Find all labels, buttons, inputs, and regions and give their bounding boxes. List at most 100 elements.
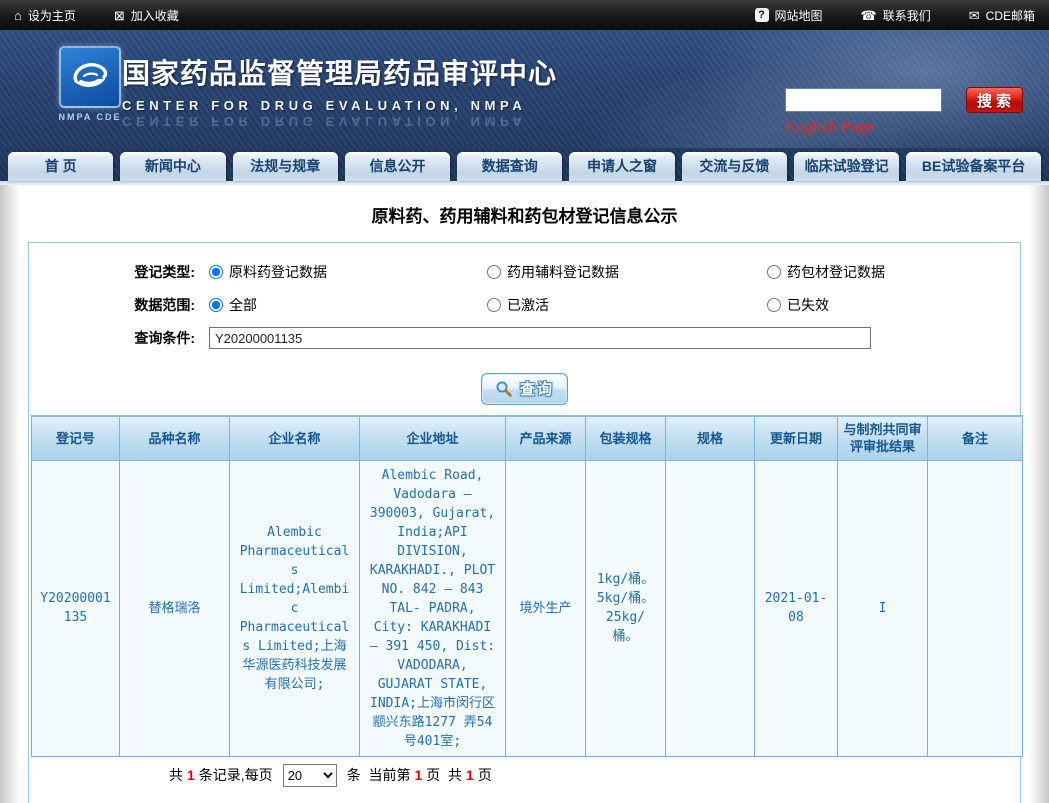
sitemap-link[interactable]: ? 网站地图	[755, 7, 823, 24]
cell-package-spec: 1kg/桶。5kg/桶。25kg/桶。	[586, 460, 666, 756]
topbar-left: ⌂ 设为主页 ⊠ 加入收藏	[14, 7, 179, 24]
set-home-link[interactable]: ⌂ 设为主页	[14, 7, 76, 24]
radio-packaging-label: 药包材登记数据	[787, 262, 885, 282]
cell-spec	[666, 460, 755, 756]
col-header-spec: 规格	[666, 416, 755, 460]
cell-company: Alembic Pharmaceuticals Limited;Alembic …	[230, 460, 360, 756]
contact-link[interactable]: ☎ 联系我们	[861, 7, 931, 24]
radio-excipient-label: 药用辅料登记数据	[507, 262, 619, 282]
page-size-select[interactable]: 20	[283, 764, 337, 787]
results-table: 登记号 品种名称 企业名称 企业地址 产品来源 包装规格 规格 更新日期 与制剂…	[31, 415, 1023, 757]
contact-label: 联系我们	[883, 7, 931, 24]
radio-all[interactable]: 全部	[209, 295, 487, 315]
nmpa-cde-logo[interactable]: NMPA CDE	[55, 46, 125, 122]
tab-news-center[interactable]: 新闻中心	[120, 152, 225, 181]
radio-activated[interactable]: 已激活	[487, 295, 767, 315]
topbar-right: ? 网站地图 ☎ 联系我们 ✉ CDE邮箱	[755, 7, 1035, 24]
site-title-en-reflection: CENTER FOR DRUG EVALUATION, NMPA	[122, 114, 557, 129]
radio-raw-material-label: 原料药登记数据	[229, 262, 327, 282]
radio-expired-input[interactable]	[767, 298, 781, 312]
radio-all-input[interactable]	[209, 298, 223, 312]
content-area: 原料药、药用辅料和药包材登记信息公示 登记类型: 原料药登记数据 药用辅料登记数…	[0, 185, 1049, 803]
cell-address: Alembic Road, Vadodara – 390003, Gujarat…	[360, 460, 506, 756]
cell-update-date: 2021-01-08	[755, 460, 838, 756]
sitemap-label: 网站地图	[775, 7, 823, 24]
radio-excipient[interactable]: 药用辅料登记数据	[487, 262, 767, 282]
site-title-en: CENTER FOR DRUG EVALUATION, NMPA	[122, 98, 557, 113]
pagination-total-prefix: 共	[169, 765, 183, 785]
tab-data-query[interactable]: 数据查询	[457, 152, 562, 181]
tab-applicant-window[interactable]: 申请人之窗	[569, 152, 674, 181]
header-search-button[interactable]: 搜索	[966, 87, 1023, 113]
query-button[interactable]: 查询	[481, 373, 568, 405]
reg-type-row: 登记类型: 原料药登记数据 药用辅料登记数据 药包材登记数据	[31, 255, 1018, 288]
pagination-unit-label: 条 当前第	[347, 765, 411, 785]
col-header-joint-review: 与制剂共同审评审批结果	[838, 416, 928, 460]
favorite-icon: ⊠	[114, 9, 125, 22]
site-title-cn: 国家药品监督管理局药品审评中心	[122, 52, 557, 92]
pagination-total-count: 1	[187, 767, 195, 783]
tab-regulations[interactable]: 法规与规章	[233, 152, 338, 181]
header-search-input[interactable]	[785, 88, 942, 112]
logo-icon	[59, 46, 121, 108]
add-favorite-link[interactable]: ⊠ 加入收藏	[114, 7, 179, 24]
cell-reg-no: Y20200001135	[32, 460, 120, 756]
note-title: 注：“与制剂共同审评审批结果”释义：	[37, 799, 1012, 803]
english-page-link[interactable]: English Page	[785, 117, 874, 137]
phone-icon: ☎	[861, 9, 877, 22]
pagination-pages-label: 页	[478, 765, 492, 785]
cde-mail-link[interactable]: ✉ CDE邮箱	[969, 7, 1035, 24]
col-header-update-date: 更新日期	[755, 416, 838, 460]
cell-joint-review: I	[838, 460, 928, 756]
col-header-company: 企业名称	[230, 416, 360, 460]
reg-type-label: 登记类型:	[31, 262, 209, 282]
site-titles: 国家药品监督管理局药品审评中心 CENTER FOR DRUG EVALUATI…	[122, 52, 557, 129]
query-condition-input[interactable]	[209, 327, 871, 349]
pagination-total-pages: 1	[466, 767, 474, 783]
tab-be-platform[interactable]: BE试验备案平台	[906, 152, 1041, 181]
table-row: Y20200001135 替格瑞洛 Alembic Pharmaceutical…	[32, 460, 1023, 756]
page: ⌂ 设为主页 ⊠ 加入收藏 ? 网站地图 ☎ 联系我们 ✉ CDE邮箱	[0, 0, 1049, 803]
pagination-current-page: 1	[414, 767, 422, 783]
col-header-reg-no: 登记号	[32, 416, 120, 460]
cell-product-name: 替格瑞洛	[120, 460, 230, 756]
cell-remark	[928, 460, 1023, 756]
radio-packaging-input[interactable]	[767, 265, 781, 279]
logo-caption: NMPA CDE	[55, 112, 125, 122]
col-header-origin: 产品来源	[506, 416, 586, 460]
query-condition-row: 查询条件:	[31, 321, 1018, 355]
radio-raw-material-input[interactable]	[209, 265, 223, 279]
radio-all-label: 全部	[229, 295, 257, 315]
help-icon: ?	[755, 8, 769, 22]
query-panel: 登记类型: 原料药登记数据 药用辅料登记数据 药包材登记数据 数据范围:	[28, 242, 1021, 803]
query-condition-label: 查询条件:	[31, 328, 209, 348]
header-search-zone: 搜索 English Page	[785, 87, 1023, 137]
radio-excipient-input[interactable]	[487, 265, 501, 279]
legend-notes: 注：“与制剂共同审评审批结果”释义： 符号 代表含义 A 已批准在上市制剂使用的…	[31, 795, 1018, 803]
home-icon: ⌂	[14, 9, 22, 22]
col-header-product-name: 品种名称	[120, 416, 230, 460]
magnifier-icon	[495, 380, 513, 398]
radio-expired[interactable]: 已失效	[767, 295, 1018, 315]
mail-icon: ✉	[969, 9, 980, 22]
cell-origin: 境外生产	[506, 460, 586, 756]
radio-expired-label: 已失效	[787, 295, 829, 315]
tab-clinical-trial-reg[interactable]: 临床试验登记	[794, 152, 899, 181]
radio-packaging[interactable]: 药包材登记数据	[767, 262, 1018, 282]
tab-exchange-feedback[interactable]: 交流与反馈	[682, 152, 787, 181]
radio-raw-material[interactable]: 原料药登记数据	[209, 262, 487, 282]
tab-info-disclosure[interactable]: 信息公开	[345, 152, 450, 181]
col-header-remark: 备注	[928, 416, 1023, 460]
col-header-address: 企业地址	[360, 416, 506, 460]
query-button-label: 查询	[520, 378, 554, 399]
set-home-label: 设为主页	[28, 7, 76, 24]
tab-home[interactable]: 首 页	[8, 152, 113, 181]
pagination-page-label: 页 共	[426, 765, 462, 785]
pagination-records-label: 条记录,每页	[199, 765, 273, 785]
pagination: 共 1 条记录,每页 20 条 当前第 1 页 共 1 页	[31, 757, 1018, 795]
page-title: 原料药、药用辅料和药包材登记信息公示	[20, 185, 1029, 242]
scope-row: 数据范围: 全部 已激活 已失效	[31, 288, 1018, 321]
radio-activated-input[interactable]	[487, 298, 501, 312]
radio-activated-label: 已激活	[507, 295, 549, 315]
add-favorite-label: 加入收藏	[131, 7, 179, 24]
